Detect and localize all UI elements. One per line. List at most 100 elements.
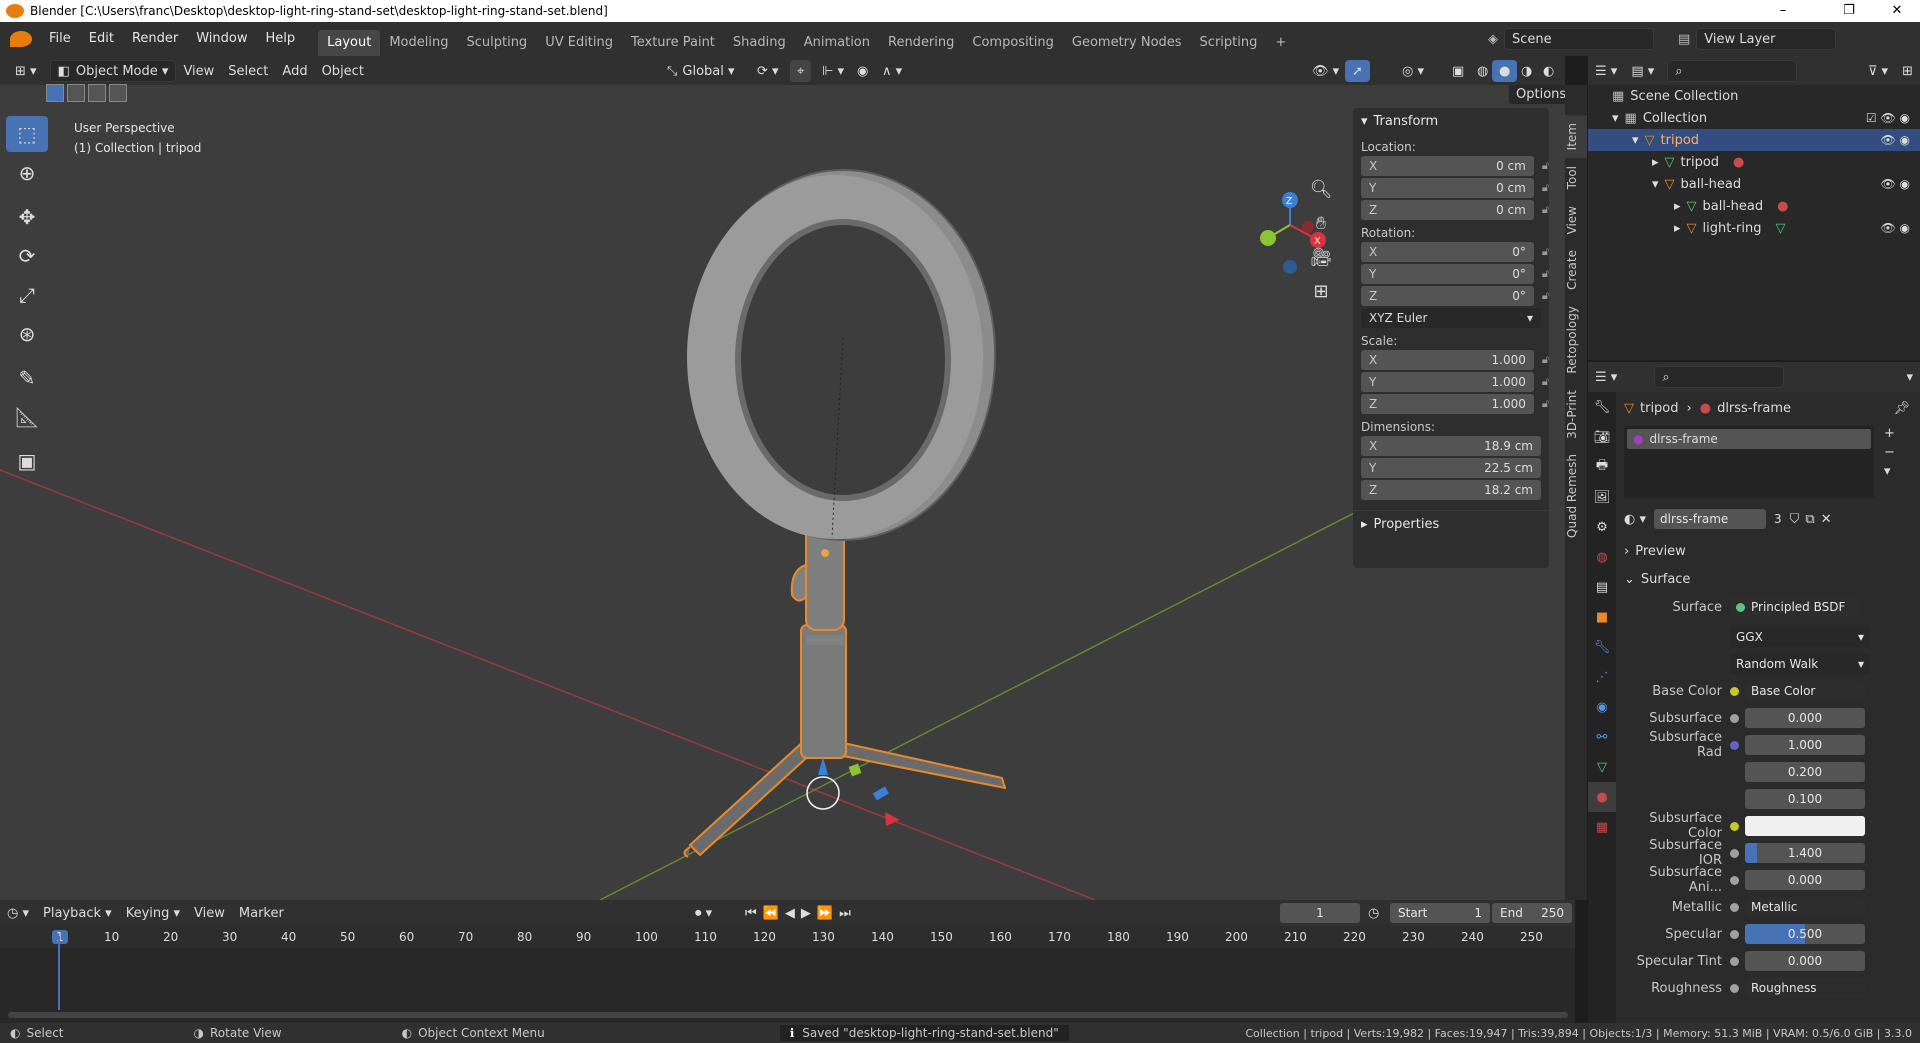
timeline-editor-icon[interactable]: ◷ ▾ (0, 902, 36, 924)
menu-object[interactable]: Object (315, 60, 371, 82)
tab-3d-print[interactable]: 3D-Print (1565, 382, 1587, 447)
shader-input-field[interactable]: 0.000 (1745, 951, 1865, 971)
outliner-row[interactable]: ▸ ▽ light-ring ▽ 👁︎ ◉ (1588, 217, 1920, 239)
tab-view[interactable]: View (1565, 198, 1587, 242)
editor-type-icon[interactable]: ⊞ ▾ (8, 60, 44, 82)
view-layer-selector[interactable]: View Layer (1696, 28, 1837, 50)
visibility-toggle[interactable]: 👁︎ ◉ (1880, 177, 1910, 191)
disclosure-icon[interactable]: ▸ (1674, 199, 1681, 214)
add-cube-icon[interactable]: ▣ (6, 443, 48, 479)
mesh-data-icon[interactable]: ▽ (1588, 752, 1616, 782)
disclosure-icon[interactable]: ▾ (1612, 111, 1619, 126)
tab-texture-paint[interactable]: Texture Paint (622, 30, 724, 56)
rotation-x-field[interactable]: X 0° (1361, 242, 1534, 262)
tab-create[interactable]: Create (1565, 242, 1587, 298)
falloff-icon[interactable]: ∧ ▾ (875, 60, 909, 82)
transform-icon[interactable]: ⊛ (6, 316, 48, 352)
ortho-grid-icon[interactable]: ⊞ (1304, 275, 1338, 309)
camera-view-icon[interactable]: 🎥︎ (1304, 241, 1338, 275)
rotation-mode-dropdown[interactable]: XYZ Euler ▾ (1361, 308, 1541, 328)
preview-header[interactable]: › Preview (1624, 540, 1920, 562)
marker-menu[interactable]: Marker (232, 902, 291, 924)
outliner-search-input[interactable]: ⌕ (1667, 60, 1798, 82)
menu-help[interactable]: Help (257, 22, 305, 56)
dimensions-y-field[interactable]: Y 22.5 cm (1361, 458, 1541, 478)
pan-hand-icon[interactable]: ✋︎ (1304, 207, 1338, 241)
surface-header[interactable]: ⌄ Surface (1624, 568, 1920, 590)
tab-modeling[interactable]: Modeling (380, 30, 457, 56)
current-frame-field[interactable]: 1 (1280, 903, 1360, 923)
menu-view[interactable]: View (176, 60, 221, 82)
shader-input-field[interactable] (1745, 816, 1865, 836)
select-extend-icon[interactable] (67, 84, 85, 102)
outliner-row[interactable]: ▸ ▽ ball-head ● (1588, 195, 1920, 217)
start-frame-field[interactable]: Start 1 (1390, 903, 1490, 923)
surface-shader-field[interactable]: Principled BSDF (1730, 597, 1860, 617)
lock-icon[interactable]: 🔓︎ (1542, 375, 1549, 389)
playback-menu[interactable]: Playback ▾ (36, 902, 119, 924)
location-x-field[interactable]: X0 cm (1361, 156, 1534, 176)
scene-selector[interactable]: Scene (1504, 28, 1654, 50)
material-tab-icon[interactable]: ● (1588, 782, 1616, 812)
menu-select[interactable]: Select (221, 60, 275, 82)
rotation-y-field[interactable]: Y 0° (1361, 264, 1534, 284)
view-layer-icon[interactable]: 🖼︎ (1588, 482, 1616, 512)
move-icon[interactable]: ✥ (6, 199, 48, 235)
overlays-icon[interactable]: ◎ ▾ (1395, 60, 1431, 82)
fake-user-icon[interactable]: ⛉ (1790, 512, 1800, 527)
shader-input-field[interactable]: Roughness (1745, 978, 1865, 998)
physics-icon[interactable]: ◉ (1588, 692, 1616, 722)
select-new-icon[interactable] (46, 84, 64, 102)
disclosure-icon[interactable]: ▸ (1652, 155, 1659, 170)
disclosure-icon[interactable]: ▸ (1674, 221, 1681, 236)
shader-input-field[interactable]: 1.400 (1745, 843, 1865, 863)
disclosure-icon[interactable]: ▾ (1652, 177, 1659, 192)
rendered-shading-icon[interactable]: ◐ (1536, 60, 1561, 82)
tab-animation[interactable]: Animation (795, 30, 879, 56)
texture-icon[interactable]: ▦ (1588, 812, 1616, 842)
tab-quad-remesh[interactable]: Quad Remesh (1565, 446, 1587, 546)
dimensions-x-field[interactable]: X 18.9 cm (1361, 436, 1541, 456)
add-slot-button[interactable]: + (1884, 426, 1895, 441)
display-mode-icon[interactable]: ▤ ▾ (1624, 60, 1661, 82)
pin-icon[interactable]: 📌︎ (1893, 401, 1910, 416)
shader-input-field[interactable]: 1.000 (1745, 735, 1865, 755)
close-button[interactable]: ✕ (1874, 0, 1920, 22)
playhead[interactable] (58, 936, 60, 1010)
output-icon[interactable]: 🖶 (1588, 452, 1616, 482)
shader-input-field[interactable]: Base Color (1745, 681, 1865, 701)
visibility-icon[interactable]: 👁 ▾ (1305, 60, 1346, 82)
material-name-field[interactable]: dlrss-frame (1654, 509, 1767, 529)
slot-specials-button[interactable]: ▾ (1884, 464, 1895, 479)
maximize-button[interactable]: ❐ (1826, 0, 1872, 22)
menu-window[interactable]: Window (187, 22, 256, 56)
playback-controls[interactable]: ⏮⏪◀▶⏩⏭ (745, 906, 857, 921)
lock-icon[interactable]: 🔓︎ (1542, 267, 1549, 281)
blender-menu-icon[interactable] (10, 31, 32, 47)
scale-x-field[interactable]: X 1.000 (1361, 350, 1534, 370)
collection-icon[interactable]: ▤ (1588, 572, 1616, 602)
scene-icon[interactable]: ⚙ (1588, 512, 1616, 542)
material-browse-icon[interactable]: ◐ ▾ (1624, 512, 1646, 527)
duplicate-material-icon[interactable]: ⧉ (1805, 512, 1814, 527)
visibility-toggle[interactable]: 👁︎ ◉ (1880, 133, 1910, 147)
end-frame-field[interactable]: End 250 (1492, 903, 1572, 923)
timeline-view-menu[interactable]: View (187, 902, 232, 924)
tab-scripting[interactable]: Scripting (1191, 30, 1267, 56)
properties-search-input[interactable]: ⌕ (1654, 366, 1785, 388)
select-invert-icon[interactable] (109, 84, 127, 102)
outliner-row[interactable]: ▾ ▽ tripod 👁︎ ◉ (1588, 129, 1920, 151)
pivot-icon[interactable]: ⟳ ▾ (750, 60, 786, 82)
select-box-icon[interactable]: ⬚ (6, 116, 48, 152)
particles-icon[interactable]: ⋰ (1588, 662, 1616, 692)
object-icon[interactable]: ■ (1588, 602, 1616, 632)
filter-icon[interactable]: ⊽ ▾ (1861, 60, 1895, 82)
new-collection-icon[interactable]: ⊞ (1895, 60, 1920, 82)
shader-input-field[interactable]: 0.200 (1745, 762, 1865, 782)
lock-icon[interactable]: 🔓︎ (1542, 289, 1549, 303)
unlink-material-icon[interactable]: ✕ (1821, 512, 1832, 527)
tab-uv-editing[interactable]: UV Editing (536, 30, 622, 56)
user-count[interactable]: 3 (1774, 512, 1782, 526)
outliner-row[interactable]: ▾ ▽ ball-head 👁︎ ◉ (1588, 173, 1920, 195)
outliner-row[interactable]: ▾ ▦ Collection ☑ 👁︎ ◉ (1588, 107, 1920, 129)
